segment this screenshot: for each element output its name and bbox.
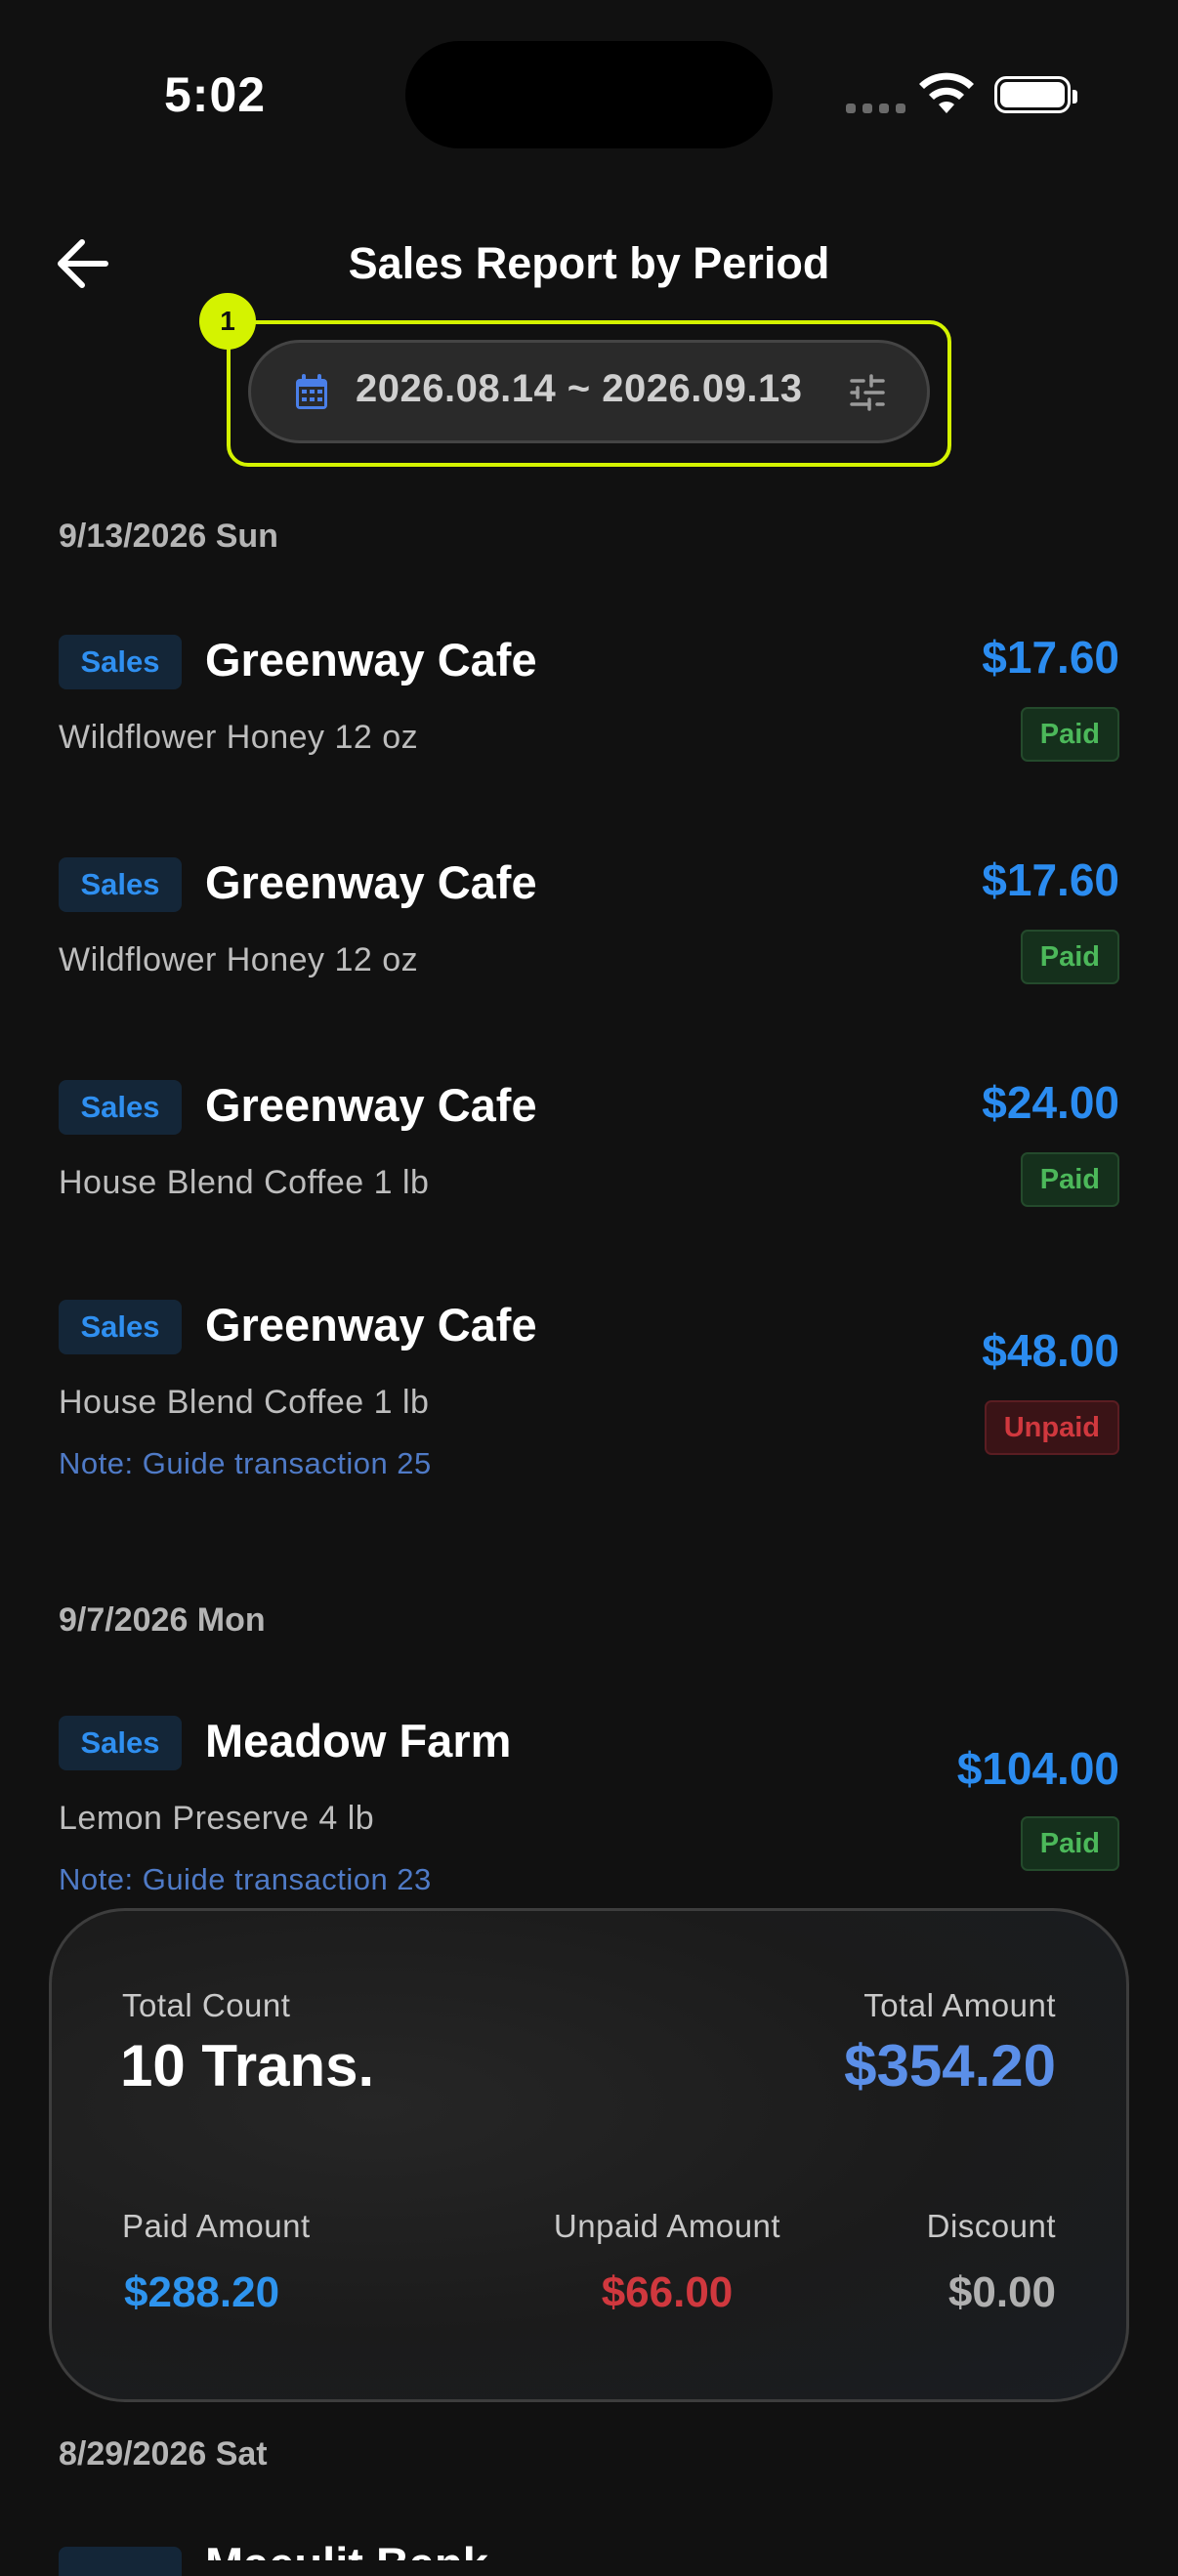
total-count-label: Total Count: [122, 1987, 291, 2023]
customer-name: Meadow Farm: [205, 1715, 512, 1766]
cellular-signal-icon: [846, 104, 905, 113]
sales-tag: [59, 2547, 182, 2576]
item-description: Lemon Preserve 4 lb: [59, 1800, 375, 1837]
transaction-note: Note: Guide transaction 25: [59, 1446, 432, 1480]
amount: $17.60: [982, 854, 1119, 905]
item-description: Wildflower Honey 12 oz: [59, 941, 419, 978]
customer-name[interactable]: Maeulit Bank: [205, 2537, 488, 2560]
wifi-icon: [919, 72, 974, 113]
total-amount-label: Total Amount: [863, 1987, 1056, 2023]
amount: $104.00: [956, 1743, 1119, 1794]
sales-tag: Sales: [59, 1716, 182, 1770]
customer-name: Greenway Cafe: [205, 634, 537, 686]
total-amount-value: $354.20: [844, 2033, 1056, 2098]
paid-amount-value: $288.20: [124, 2268, 280, 2316]
customer-name: Greenway Cafe: [205, 1299, 537, 1350]
status-time: 5:02: [164, 67, 267, 122]
dynamic-island: [405, 41, 773, 148]
summary-card: Total Count 10 Trans. Total Amount $354.…: [49, 1908, 1129, 2402]
status-badge: Paid: [1020, 930, 1119, 984]
amount: $24.00: [982, 1077, 1119, 1128]
item-description: Wildflower Honey 12 oz: [59, 719, 419, 756]
item-description: House Blend Coffee 1 lb: [59, 1384, 430, 1421]
sales-tag: Sales: [59, 1080, 182, 1135]
discount-value: $0.00: [947, 2268, 1056, 2316]
date-range-label: 2026.08.14 ~ 2026.09.13: [356, 367, 803, 410]
date-header: 9/13/2026 Sun: [59, 518, 278, 555]
discount-label: Discount: [926, 2208, 1056, 2244]
customer-name: Greenway Cafe: [205, 1079, 537, 1131]
page-title: Sales Report by Period: [348, 238, 830, 288]
status-badge: Unpaid: [984, 1400, 1119, 1455]
step-badge: 1: [199, 293, 256, 350]
sales-tag: Sales: [59, 635, 182, 689]
unpaid-amount-value: $66.00: [601, 2268, 734, 2316]
unpaid-amount-label: Unpaid Amount: [553, 2208, 781, 2244]
date-header: 8/29/2026 Sat: [59, 2435, 268, 2472]
sales-tag: Sales: [59, 1300, 182, 1354]
status-badge: Paid: [1020, 1152, 1119, 1207]
status-badge: Paid: [1020, 707, 1119, 762]
amount: $17.60: [982, 632, 1119, 683]
transaction-note: Note: Guide transaction 23: [59, 1862, 432, 1896]
paid-amount-label: Paid Amount: [122, 2208, 311, 2244]
amount: $48.00: [982, 1325, 1119, 1376]
sales-tag: Sales: [59, 857, 182, 912]
customer-name: Greenway Cafe: [205, 856, 537, 908]
filter-sliders-icon[interactable]: [848, 373, 887, 412]
battery-icon: [994, 76, 1077, 113]
status-badge: Paid: [1020, 1816, 1119, 1871]
date-header: 9/7/2026 Mon: [59, 1601, 266, 1639]
total-count-value: 10 Trans.: [120, 2033, 375, 2098]
item-description: House Blend Coffee 1 lb: [59, 1164, 430, 1201]
calendar-icon: [296, 374, 327, 409]
